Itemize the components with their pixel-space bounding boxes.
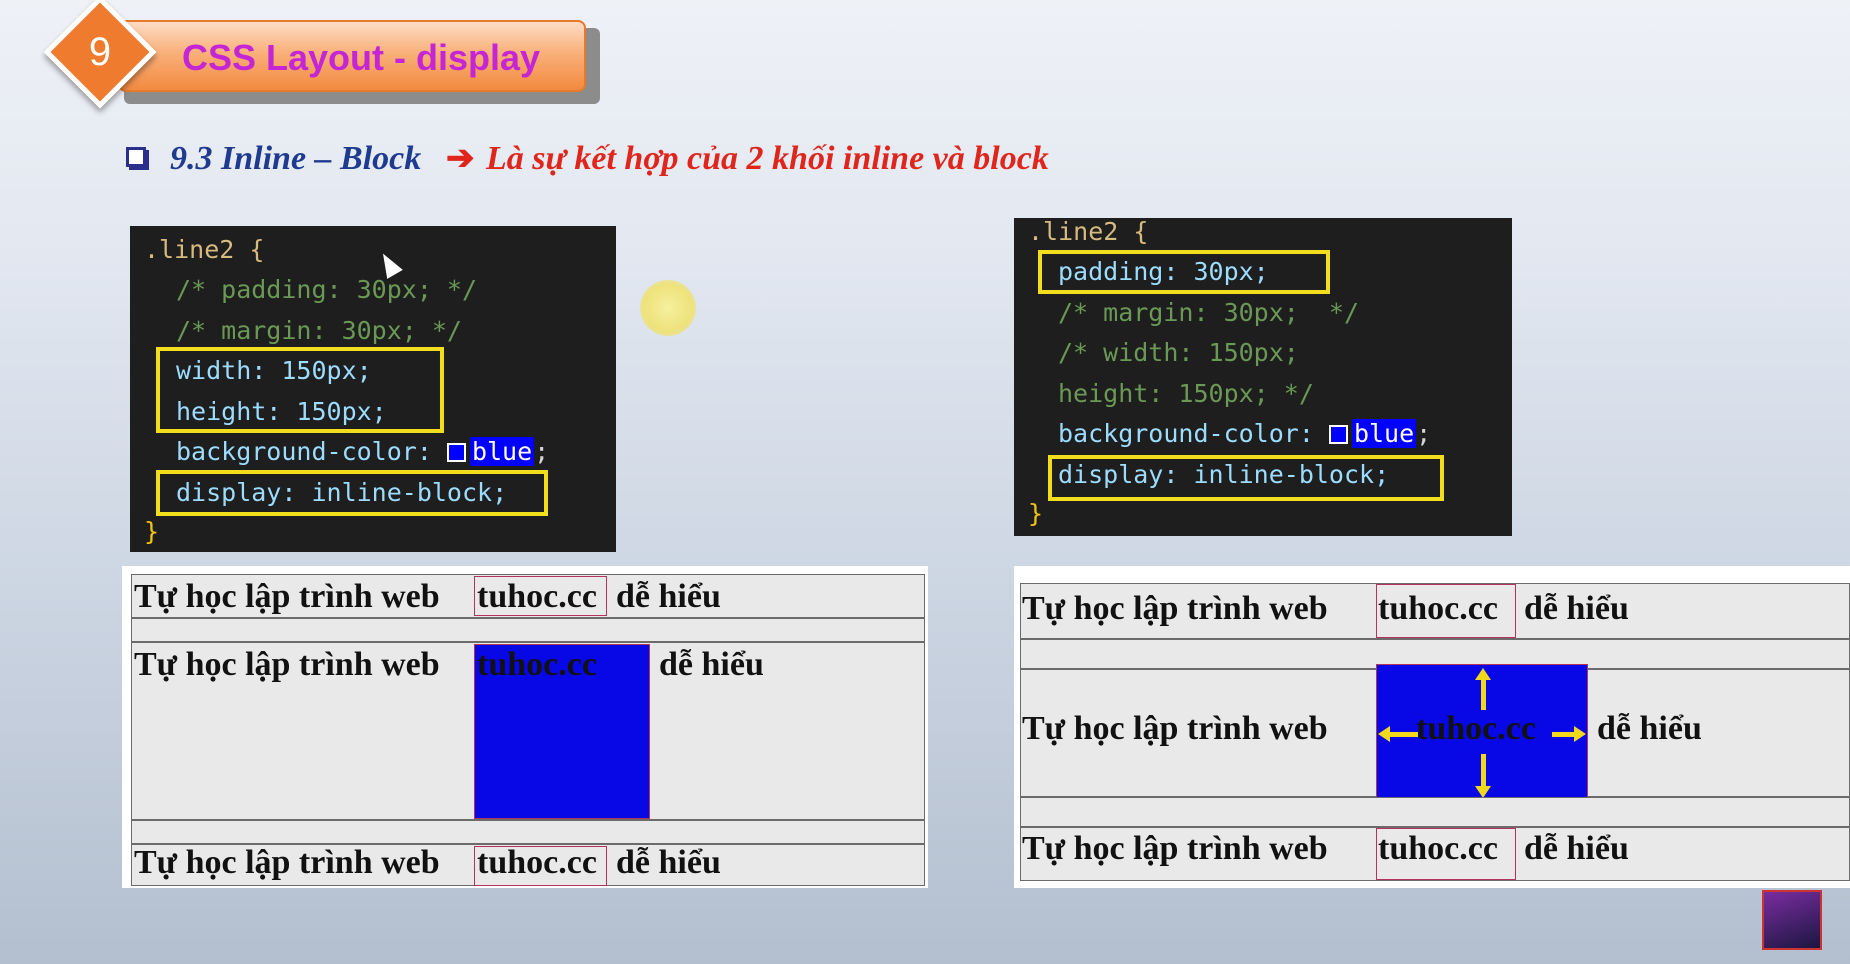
code-line: /* padding: 30px; */ — [176, 275, 478, 304]
demo-span-text: tuhoc.cc — [477, 646, 597, 683]
checkbox-bullet-icon — [126, 147, 146, 167]
code-value-blue: blue — [1351, 419, 1417, 448]
demo-text: Tự học lập trình web — [134, 578, 440, 615]
demo-text: Tự học lập trình web — [1022, 590, 1328, 627]
color-swatch-icon — [446, 443, 466, 462]
demo-text: dễ hiểu — [1524, 830, 1629, 867]
demo-span-text: tuhoc.cc — [477, 844, 597, 881]
right-code-panel: .line2 { padding: 30px; /* margin: 30px;… — [1014, 217, 1512, 536]
highlight-width-height — [156, 347, 444, 433]
code-value-blue: blue — [469, 437, 535, 466]
left-code-panel: .line2 { /* padding: 30px; */ /* margin:… — [130, 226, 616, 552]
subtitle-heading: 9.3 Inline – Block — [170, 140, 422, 177]
code-property: background-color: — [1058, 419, 1314, 448]
pointer-highlight — [640, 280, 696, 336]
demo-span-text: tuhoc.cc — [1378, 590, 1498, 627]
demo-text: dễ hiểu — [1524, 590, 1629, 627]
demo-text: dễ hiểu — [1597, 710, 1702, 747]
demo-text: Tự học lập trình web — [134, 646, 440, 683]
demo-text: dễ hiểu — [659, 646, 764, 683]
section-number: 9 — [88, 29, 112, 74]
highlight-padding — [1038, 250, 1330, 294]
demo-row-spacer — [131, 618, 925, 642]
demo-span-text: tuhoc.cc — [1416, 710, 1536, 747]
subtitle-description: Là sự kết hợp của 2 khối inline và block — [486, 140, 1049, 177]
left-demo-panel: Tự học lập trình web tuhoc.cc dễ hiểu Tự… — [122, 566, 928, 888]
code-line: } — [1028, 499, 1044, 528]
right-demo-panel: Tự học lập trình web tuhoc.cc dễ hiểu Tự… — [1014, 566, 1850, 888]
color-swatch-icon — [1328, 425, 1348, 444]
demo-span-text: tuhoc.cc — [1378, 830, 1498, 867]
code-line: /* margin: 30px; */ — [1058, 298, 1360, 327]
code-line: /* margin: 30px; */ — [176, 316, 462, 345]
highlight-display — [1048, 455, 1444, 501]
arrow-right-icon: ➔ — [446, 139, 475, 177]
slide-title: CSS Layout - display — [182, 37, 541, 78]
code-selector: .line2 { — [1028, 217, 1149, 246]
demo-text: Tự học lập trình web — [1022, 830, 1328, 867]
code-property: background-color: — [176, 437, 432, 466]
demo-text: Tự học lập trình web — [1022, 710, 1328, 747]
code-selector: .line2 { — [144, 235, 265, 264]
code-line: height: 150px; */ — [1058, 379, 1314, 408]
channel-avatar[interactable] — [1762, 890, 1822, 950]
demo-text: dễ hiểu — [616, 578, 721, 615]
code-line: } — [144, 517, 160, 546]
demo-row-spacer — [131, 820, 925, 844]
demo-text: Tự học lập trình web — [134, 844, 440, 881]
highlight-display — [156, 470, 548, 516]
demo-span-text: tuhoc.cc — [477, 578, 597, 615]
code-line: /* width: 150px; — [1058, 338, 1299, 367]
demo-text: dễ hiểu — [616, 844, 721, 881]
demo-row-spacer — [1020, 797, 1850, 827]
